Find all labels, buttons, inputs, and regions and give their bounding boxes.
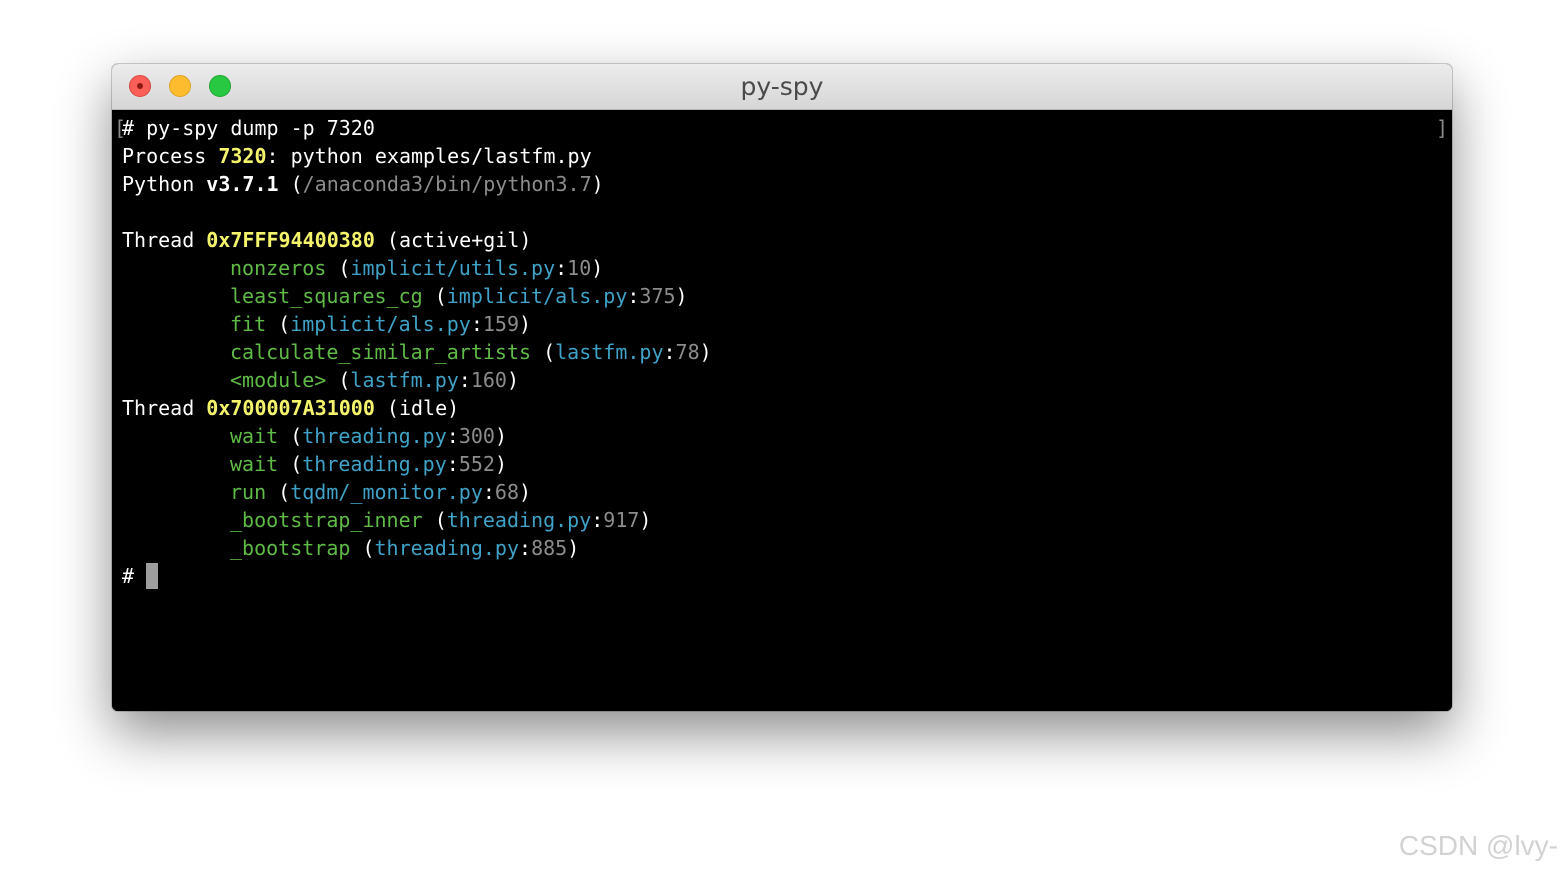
- thread-id: 0x700007A31000: [206, 396, 375, 420]
- frame-function: _bootstrap_inner: [230, 508, 423, 532]
- python-path-open: (: [278, 172, 303, 196]
- command-line: # py-spy dump -p 7320: [122, 114, 1452, 142]
- frame-function: calculate_similar_artists: [230, 340, 532, 364]
- frame-function: _bootstrap: [230, 536, 351, 560]
- frame-line: 159: [482, 312, 520, 336]
- title-bar[interactable]: py-spy: [112, 64, 1452, 110]
- stack-frame: least_squares_cg (implicit/als.py:375): [230, 284, 688, 308]
- frame-file: tqdm/_monitor.py: [290, 480, 483, 504]
- stack-frame: _bootstrap (threading.py:885): [230, 536, 580, 560]
- thread-id: 0x7FFF94400380: [206, 228, 375, 252]
- frame-function: wait: [230, 424, 279, 448]
- stack-frame: <module> (lastfm.py:160): [230, 368, 520, 392]
- prompt-line[interactable]: #: [122, 562, 1452, 590]
- final-prompt: #: [122, 564, 135, 588]
- terminal-output[interactable]: [ ] # py-spy dump -p 7320 Process 7320: …: [112, 110, 1452, 711]
- thread-label: Thread: [122, 396, 207, 420]
- thread-label: Thread: [122, 228, 207, 252]
- frame-file: threading.py: [374, 536, 520, 560]
- stack-frame: wait (threading.py:552): [230, 452, 507, 476]
- frame-line: 78: [675, 340, 700, 364]
- thread-header: Thread 0x700007A31000 (idle): [122, 394, 1452, 422]
- frame-file: implicit/als.py: [446, 284, 628, 308]
- frame-file: lastfm.py: [555, 340, 664, 364]
- python-label: Python: [122, 172, 207, 196]
- frame-line: 885: [531, 536, 568, 560]
- frame-file: implicit/utils.py: [350, 256, 556, 280]
- frame-function: nonzeros: [230, 256, 327, 280]
- selection-bracket-left: [: [114, 116, 127, 140]
- frame-line: 917: [603, 508, 640, 532]
- frame-line: 300: [458, 424, 495, 448]
- process-pid: 7320: [218, 144, 267, 168]
- frame-function: least_squares_cg: [230, 284, 423, 308]
- stack-frame: _bootstrap_inner (threading.py:917): [230, 508, 652, 532]
- frame-function: wait: [230, 452, 279, 476]
- stack-frame: run (tqdm/_monitor.py:68): [230, 480, 532, 504]
- frame-file: threading.py: [446, 508, 592, 532]
- frame-line: 375: [639, 284, 676, 308]
- python-path-close: ): [591, 172, 604, 196]
- terminal-window: py-spy [ ] # py-spy dump -p 7320 Process…: [112, 64, 1452, 711]
- thread-state: (active+gil): [374, 228, 532, 252]
- frame-function: fit: [230, 312, 267, 336]
- frame-file: lastfm.py: [350, 368, 459, 392]
- thread-state: (idle): [374, 396, 460, 420]
- frame-line: 160: [470, 368, 507, 392]
- stack-frame: calculate_similar_artists (lastfm.py:78): [230, 340, 712, 364]
- frame-line: 10: [567, 256, 592, 280]
- frame-line: 552: [458, 452, 495, 476]
- command-text: py-spy dump -p 7320: [146, 116, 375, 140]
- frame-file: threading.py: [302, 452, 447, 476]
- process-label: Process: [122, 144, 219, 168]
- frame-function: <module>: [230, 368, 327, 392]
- stack-frame: wait (threading.py:300): [230, 424, 507, 448]
- window-title: py-spy: [740, 72, 824, 101]
- frame-function: run: [230, 480, 267, 504]
- python-line: Python v3.7.1 (/anaconda3/bin/python3.7): [122, 170, 1452, 198]
- python-path: /anaconda3/bin/python3.7: [302, 172, 592, 196]
- stack-frame: fit (implicit/als.py:159): [230, 312, 532, 336]
- thread-header: Thread 0x7FFF94400380 (active+gil): [122, 226, 1452, 254]
- python-version: v3.7.1: [206, 172, 279, 196]
- process-command: : python examples/lastfm.py: [266, 144, 592, 168]
- stack-frame: nonzeros (implicit/utils.py:10): [230, 256, 604, 280]
- process-line: Process 7320: python examples/lastfm.py: [122, 142, 1452, 170]
- text-cursor: [146, 563, 159, 589]
- frame-line: 68: [494, 480, 520, 504]
- selection-bracket-right: ]: [1435, 116, 1448, 140]
- watermark: CSDN @lvy-: [1398, 830, 1558, 861]
- frame-file: implicit/als.py: [290, 312, 471, 336]
- frame-file: threading.py: [302, 424, 447, 448]
